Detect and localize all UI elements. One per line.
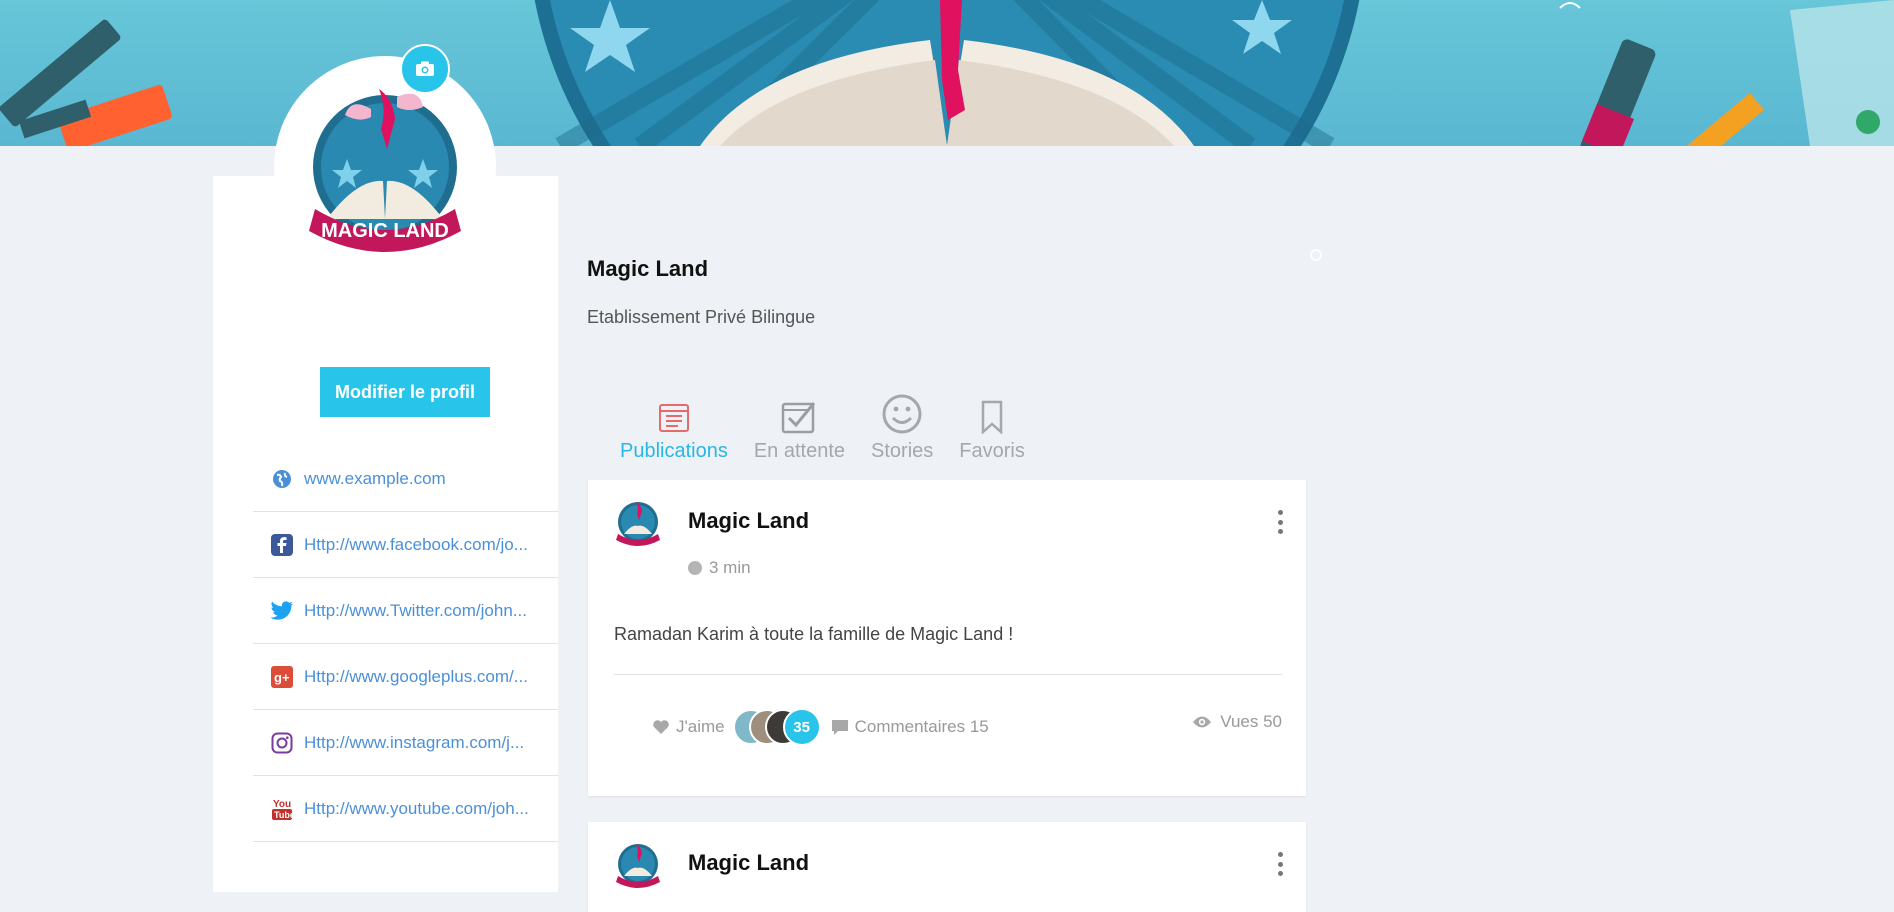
post-timestamp: 3 min — [688, 558, 751, 578]
post-author-avatar[interactable] — [612, 838, 664, 890]
globe-icon — [270, 467, 294, 491]
status-indicator — [1310, 249, 1322, 261]
reactions-avatars[interactable]: 35 — [732, 708, 821, 746]
post-card: Magic Land — [588, 822, 1306, 912]
facebook-link[interactable]: Http://www.facebook.com/jo... — [304, 535, 528, 555]
link-googleplus[interactable]: g+ Http://www.googleplus.com/... — [253, 644, 558, 710]
link-website[interactable]: www.example.com — [253, 446, 558, 512]
social-links-list: www.example.com Http://www.facebook.com/… — [253, 446, 558, 842]
facebook-icon — [270, 533, 294, 557]
edit-profile-button[interactable]: Modifier le profil — [320, 367, 490, 417]
svg-text:g+: g+ — [274, 670, 290, 685]
change-photo-button[interactable] — [400, 44, 450, 94]
pending-icon — [781, 390, 817, 434]
instagram-link[interactable]: Http://www.instagram.com/j... — [304, 733, 524, 753]
svg-text:You: You — [273, 799, 291, 810]
logo-text: MAGIC LAND — [321, 220, 449, 242]
link-youtube[interactable]: You Tube Http://www.youtube.com/joh... — [253, 776, 558, 842]
tab-stories[interactable]: Stories — [871, 390, 933, 463]
tab-pending[interactable]: En attente — [754, 390, 845, 463]
googleplus-link[interactable]: Http://www.googleplus.com/... — [304, 667, 528, 687]
twitter-icon — [270, 599, 294, 623]
svg-text:Tube: Tube — [274, 810, 293, 820]
twitter-link[interactable]: Http://www.Twitter.com/john... — [304, 601, 527, 621]
instagram-icon — [270, 731, 294, 755]
tab-publications[interactable]: Publications — [620, 390, 728, 463]
profile-tabs: Publications En attente Stories Favoris — [620, 390, 1051, 463]
heart-icon — [653, 720, 669, 734]
post-divider — [614, 674, 1282, 675]
comment-icon — [831, 719, 848, 735]
youtube-link[interactable]: Http://www.youtube.com/joh... — [304, 799, 529, 819]
post-actions: J'aime 35 Commentaires 15 — [652, 708, 989, 746]
post-options-menu[interactable] — [1278, 852, 1284, 876]
post-time-text: 3 min — [709, 558, 751, 577]
views-label: Vues 50 — [1220, 712, 1282, 731]
camera-icon — [416, 61, 434, 76]
post-author-name[interactable]: Magic Land — [688, 850, 809, 876]
views-count: Vues 50 — [1192, 712, 1282, 732]
tab-favorites-label: Favoris — [959, 440, 1025, 462]
bookmark-icon — [980, 390, 1004, 434]
eye-icon — [1193, 716, 1212, 728]
smiley-icon — [882, 390, 922, 434]
like-button[interactable]: J'aime — [652, 717, 725, 737]
like-label: J'aime — [676, 717, 725, 736]
magic-land-logo-small — [616, 502, 660, 546]
post-content: Ramadan Karim à toute la famille de Magi… — [614, 624, 1014, 644]
clock-icon — [688, 561, 702, 575]
magic-land-logo-small — [616, 844, 660, 888]
googleplus-icon: g+ — [270, 665, 294, 689]
post-card: Magic Land 3 min Ramadan Karim à toute l… — [588, 480, 1306, 796]
post-author-avatar[interactable] — [612, 496, 664, 548]
reactions-count[interactable]: 35 — [782, 708, 821, 746]
magic-land-logo: MAGIC LAND — [309, 89, 461, 252]
tab-stories-label: Stories — [871, 440, 934, 462]
tab-publications-label: Publications — [620, 440, 728, 462]
profile-name: Magic Land — [587, 256, 709, 281]
website-link[interactable]: www.example.com — [304, 469, 446, 489]
post-options-menu[interactable] — [1278, 510, 1284, 534]
youtube-icon: You Tube — [270, 797, 294, 821]
link-instagram[interactable]: Http://www.instagram.com/j... — [253, 710, 558, 776]
link-twitter[interactable]: Http://www.Twitter.com/john... — [253, 578, 558, 644]
publications-icon — [658, 390, 690, 434]
profile-avatar[interactable]: MAGIC LAND — [274, 56, 496, 278]
post-author-name[interactable]: Magic Land — [688, 508, 809, 534]
profile-subtitle: Etablissement Privé Bilingue — [587, 307, 816, 327]
comments-label: Commentaires 15 — [854, 717, 989, 736]
link-facebook[interactable]: Http://www.facebook.com/jo... — [253, 512, 558, 578]
tab-pending-label: En attente — [753, 440, 846, 462]
tab-favorites[interactable]: Favoris — [959, 390, 1025, 463]
comments-button[interactable]: Commentaires 15 — [831, 717, 989, 737]
